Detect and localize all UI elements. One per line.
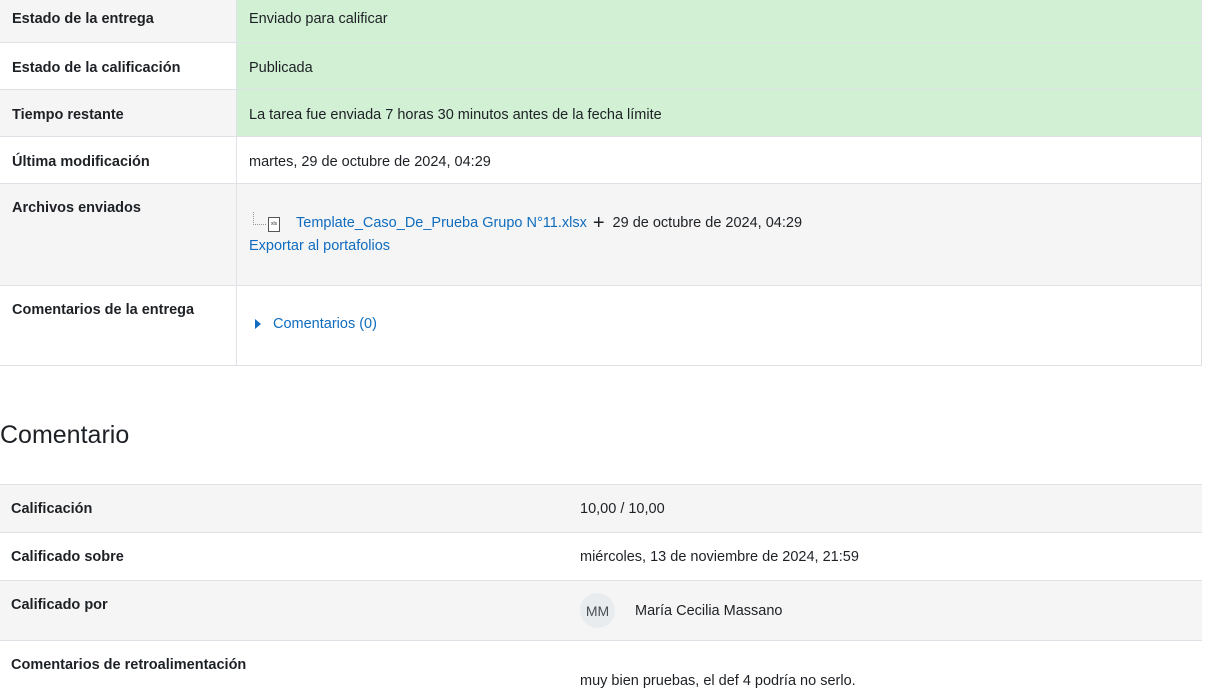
time-remaining-label: Tiempo restante [0,89,237,137]
graded-by-label: Calificado por [0,580,568,641]
file-date: 29 de octubre de 2024, 04:29 [612,215,805,231]
grader-info: MM María Cecilia Massano [580,593,1202,628]
table-row: Última modificación martes, 29 de octubr… [0,136,1202,184]
file-tree-icon: xls [249,212,289,234]
table-row: Comentarios de la entrega Comentarios (0… [0,285,1202,366]
table-row: Estado de la entrega Enviado para califi… [0,0,1202,43]
comments-toggle[interactable]: Comentarios (0) [249,316,1201,332]
submission-status-value: Enviado para calificar [236,0,1202,43]
graded-by-value: MM María Cecilia Massano [568,580,1202,641]
submission-status-table: Estado de la entrega Enviado para califi… [0,0,1202,366]
spreadsheet-file-icon: xls [268,217,280,232]
feedback-comments-label: Comentarios de retroalimentación [0,640,568,696]
submission-comments-value: Comentarios (0) [236,285,1202,366]
last-modified-label: Última modificación [0,136,237,184]
assignment-page: Estado de la entrega Enviado para califi… [0,0,1216,696]
plus-icon[interactable]: + [593,213,605,233]
comments-link[interactable]: Comentarios (0) [273,316,377,332]
grade-value: 10,00 / 10,00 [568,484,1202,533]
time-remaining-value: La tarea fue enviada 7 horas 30 minutos … [236,89,1202,137]
grading-status-value: Publicada [236,42,1202,90]
table-row: Calificado sobre miércoles, 13 de noviem… [0,532,1202,581]
submission-comments-label: Comentarios de la entrega [0,285,237,366]
graded-on-label: Calificado sobre [0,532,568,581]
grading-status-label: Estado de la calificación [0,42,237,90]
table-row: Comentarios de retroalimentación muy bie… [0,640,1202,696]
table-row: Estado de la calificación Publicada [0,42,1202,90]
table-row: Tiempo restante La tarea fue enviada 7 h… [0,89,1202,137]
avatar[interactable]: MM [580,593,615,628]
graded-on-value: miércoles, 13 de noviembre de 2024, 21:5… [568,532,1202,581]
table-row: Calificado por MM María Cecilia Massano [0,580,1202,641]
feedback-comments-value: muy bien pruebas, el def 4 podría no ser… [568,640,1202,696]
grader-name: María Cecilia Massano [635,602,783,619]
submitted-files-value: xls Template_Caso_De_Prueba Grupo N°11.x… [236,183,1202,286]
submitted-files-label: Archivos enviados [0,183,237,286]
table-row: Calificación 10,00 / 10,00 [0,484,1202,533]
file-download-link[interactable]: Template_Caso_De_Prueba Grupo N°11.xlsx [296,215,587,231]
file-entry: xls Template_Caso_De_Prueba Grupo N°11.x… [249,212,1201,234]
feedback-heading: Comentario [0,421,130,449]
last-modified-value: martes, 29 de octubre de 2024, 04:29 [236,136,1202,184]
export-to-portfolio-link[interactable]: Exportar al portafolios [249,238,1201,254]
submission-status-label: Estado de la entrega [0,0,237,43]
feedback-table: Calificación 10,00 / 10,00 Calificado so… [0,484,1202,696]
caret-right-icon[interactable] [255,319,261,329]
grade-label: Calificación [0,484,568,533]
table-row: Archivos enviados xls Template_Caso_De_P… [0,183,1202,286]
